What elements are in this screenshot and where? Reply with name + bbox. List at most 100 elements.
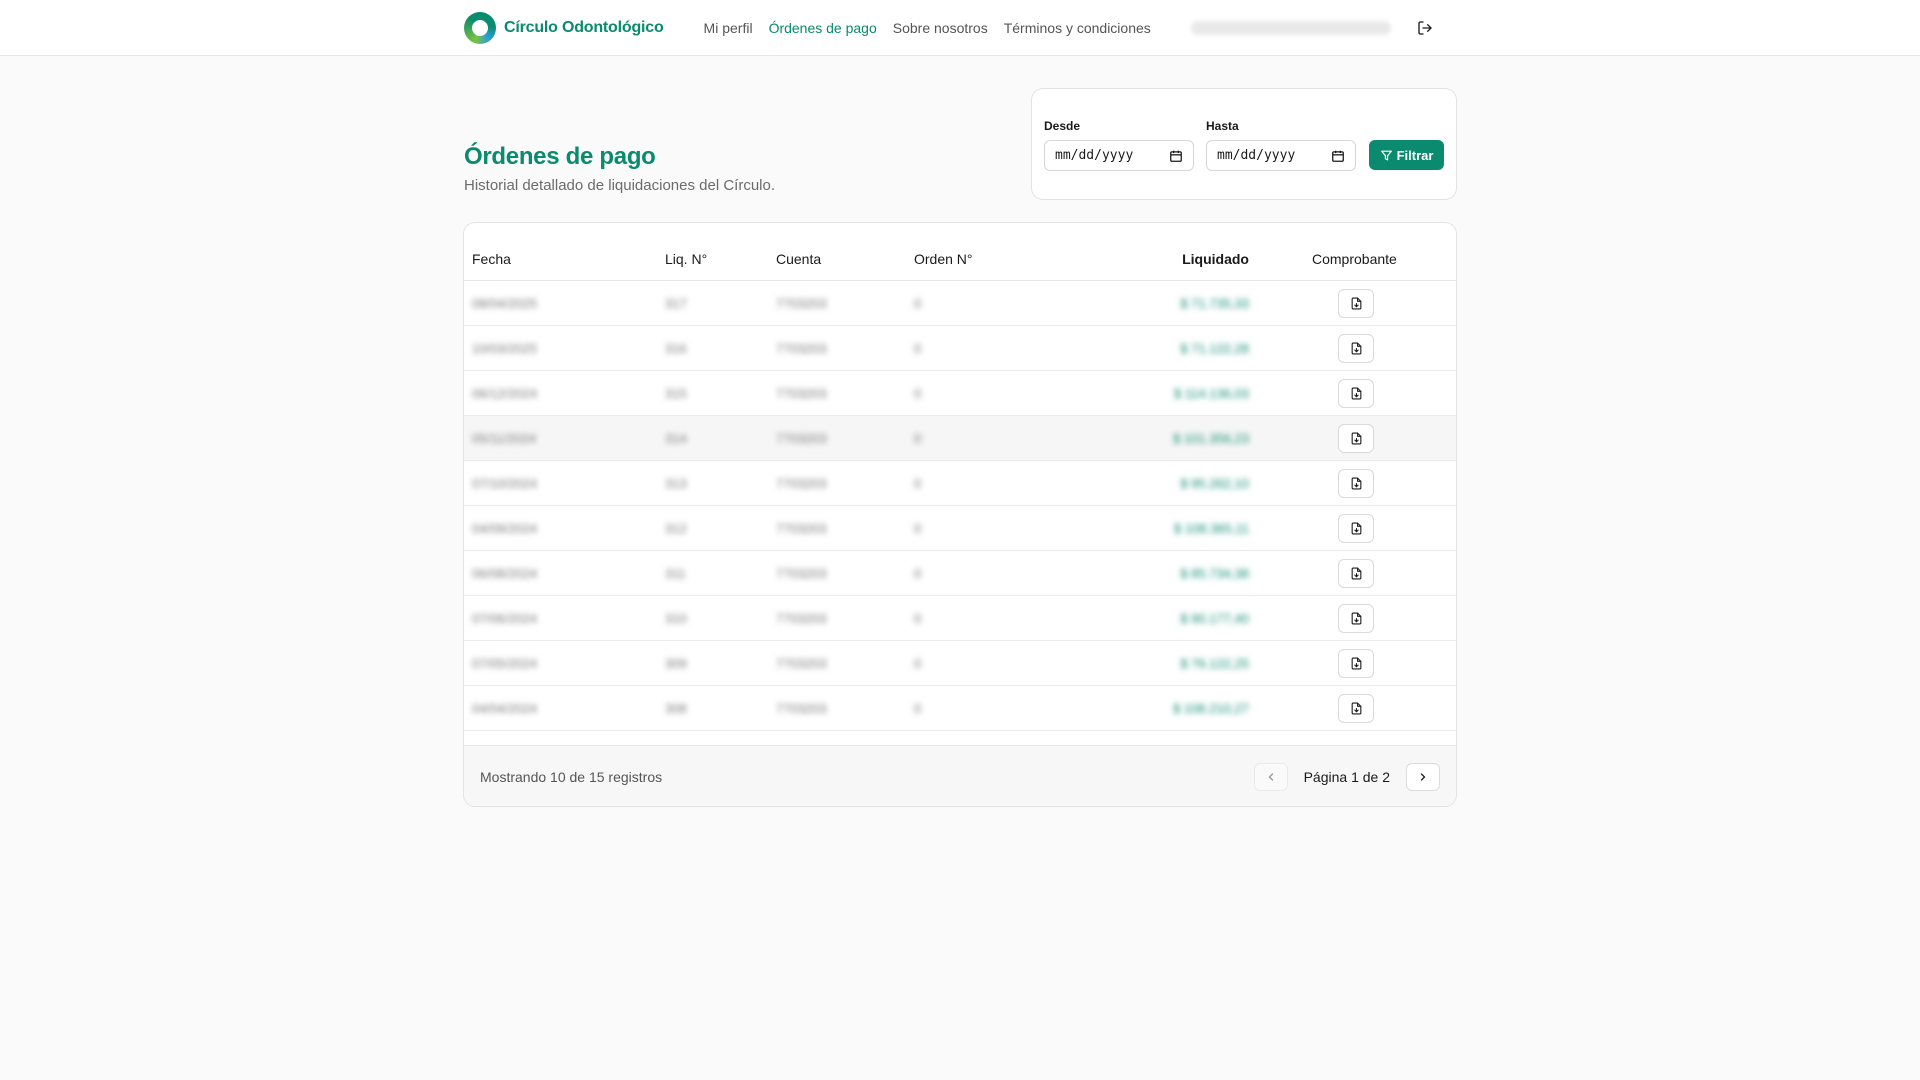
cell-liquidado: $ 101.356,23 [1173, 431, 1249, 446]
date-filter-card: Desde mm/dd/yyyy Hasta mm/dd/yyyy Filtra… [1031, 88, 1457, 200]
download-receipt-button[interactable] [1338, 469, 1374, 498]
cell-cuenta: 7703203 [776, 431, 827, 446]
cell-fecha: 07/06/2024 [472, 611, 538, 626]
cell-cuenta: 7703203 [776, 611, 827, 626]
brand-link[interactable]: Círculo Odontológico [464, 12, 664, 44]
file-document-icon [1351, 477, 1361, 490]
records-count: Mostrando 10 de 15 registros [480, 769, 663, 785]
cell-fecha: 08/04/2025 [472, 296, 538, 311]
top-navbar: Círculo Odontológico Mi perfil Órdenes d… [0, 0, 1920, 56]
page-indicator: Página 1 de 2 [1303, 769, 1390, 785]
cell-liq: 309 [665, 656, 687, 671]
download-receipt-button[interactable] [1338, 514, 1374, 543]
page-heading: Órdenes de pago Historial detallado de l… [464, 143, 775, 194]
page-title: Órdenes de pago [464, 143, 656, 170]
cell-cuenta: 7703203 [776, 341, 827, 356]
file-document-icon [1351, 342, 1361, 355]
next-page-button[interactable] [1406, 763, 1440, 791]
cell-cuenta: 7703203 [776, 521, 827, 536]
nav-ordenes-de-pago[interactable]: Órdenes de pago [769, 20, 877, 36]
table-row: 06/12/2024 315 7703203 0 $ 114.136,03 [464, 371, 1456, 416]
cell-orden: 0 [914, 521, 922, 536]
table-row: 07/10/2024 313 7703203 0 $ 95.262,10 [464, 461, 1456, 506]
file-document-icon [1351, 657, 1361, 670]
download-receipt-button[interactable] [1338, 604, 1374, 633]
col-fecha: Fecha [472, 251, 511, 267]
calendar-icon[interactable] [1331, 149, 1345, 163]
filter-button-label: Filtrar [1396, 147, 1434, 163]
circle-logo-icon [464, 12, 496, 44]
cell-fecha: 07/10/2024 [472, 476, 538, 491]
table-row: 07/05/2024 309 7703203 0 $ 76.122,25 [464, 641, 1456, 686]
file-document-icon [1351, 387, 1361, 400]
table-footer: Mostrando 10 de 15 registros Página 1 de… [464, 745, 1456, 806]
col-liq: Liq. N° [665, 251, 708, 267]
cell-fecha: 04/04/2024 [472, 701, 538, 716]
pagination: Página 1 de 2 [1253, 763, 1440, 791]
file-document-icon [1351, 612, 1361, 625]
cell-orden: 0 [914, 476, 922, 491]
user-name-redacted [1190, 21, 1391, 35]
cell-fecha: 07/05/2024 [472, 656, 538, 671]
nav-sobre-nosotros[interactable]: Sobre nosotros [893, 20, 988, 36]
logout-button[interactable] [1411, 14, 1439, 42]
cell-liquidado: $ 90.177,40 [1180, 611, 1249, 626]
cell-liquidado: $ 108.210,27 [1173, 701, 1249, 716]
cell-fecha: 06/08/2024 [472, 566, 538, 581]
nav-terminos-y-condiciones[interactable]: Términos y condiciones [1004, 20, 1151, 36]
download-receipt-button[interactable] [1338, 289, 1374, 318]
cell-liq: 316 [665, 341, 687, 356]
col-comprobante: Comprobante [1312, 251, 1397, 267]
cell-orden: 0 [914, 701, 922, 716]
cell-fecha: 06/12/2024 [472, 386, 538, 401]
to-date-field: Hasta mm/dd/yyyy [1206, 119, 1356, 171]
cell-cuenta: 7703203 [776, 296, 827, 311]
file-document-icon [1351, 432, 1361, 445]
table-row: 04/04/2024 308 7703203 0 $ 108.210,27 [464, 686, 1456, 731]
cell-liq: 315 [665, 386, 687, 401]
cell-liq: 308 [665, 701, 687, 716]
cell-liq: 310 [665, 611, 687, 626]
filter-button[interactable]: Filtrar [1369, 140, 1444, 170]
brand-name: Círculo Odontológico [504, 19, 664, 36]
cell-orden: 0 [914, 656, 922, 671]
cell-orden: 0 [914, 431, 922, 446]
table-row: 04/09/2024 312 7703203 0 $ 108.365,11 [464, 506, 1456, 551]
chevron-right-icon [1420, 773, 1426, 781]
cell-liq: 313 [665, 476, 687, 491]
table-row: 05/11/2024 314 7703203 0 $ 101.356,23 [464, 416, 1456, 461]
to-date-input[interactable]: mm/dd/yyyy [1206, 140, 1356, 171]
table-header: Fecha Liq. N° Cuenta Orden N° Liquidado … [464, 223, 1456, 281]
cell-fecha: 05/11/2024 [472, 431, 537, 446]
payment-orders-table: Fecha Liq. N° Cuenta Orden N° Liquidado … [463, 222, 1457, 807]
download-receipt-button[interactable] [1338, 559, 1374, 588]
cell-liq: 317 [665, 296, 687, 311]
cell-liquidado: $ 71.735,33 [1180, 296, 1249, 311]
download-receipt-button[interactable] [1338, 334, 1374, 363]
calendar-icon[interactable] [1169, 149, 1183, 163]
col-cuenta: Cuenta [776, 251, 822, 267]
download-receipt-button[interactable] [1338, 424, 1374, 453]
download-receipt-button[interactable] [1338, 694, 1374, 723]
prev-page-button[interactable] [1253, 763, 1288, 791]
from-date-input[interactable]: mm/dd/yyyy [1044, 140, 1194, 171]
from-date-value: mm/dd/yyyy [1055, 148, 1134, 163]
table-row: 07/06/2024 310 7703203 0 $ 90.177,40 [464, 596, 1456, 641]
main-nav: Mi perfil Órdenes de pago Sobre nosotros… [704, 20, 1151, 36]
funnel-icon [1380, 150, 1392, 160]
table-row: 06/08/2024 311 7703203 0 $ 85.734,38 [464, 551, 1456, 596]
table-row: 08/04/2025 317 7703203 0 $ 71.735,33 [464, 281, 1456, 326]
to-date-label: Hasta [1206, 119, 1239, 133]
cell-orden: 0 [914, 611, 922, 626]
navbar-container: Círculo Odontológico Mi perfil Órdenes d… [464, 0, 1456, 56]
download-receipt-button[interactable] [1338, 649, 1374, 678]
file-document-icon [1351, 567, 1361, 580]
nav-mi-perfil[interactable]: Mi perfil [704, 20, 753, 36]
cell-fecha: 10/03/2025 [472, 341, 538, 356]
col-liquidado: Liquidado [1182, 251, 1249, 267]
col-orden: Orden N° [914, 251, 973, 267]
cell-fecha: 04/09/2024 [472, 521, 538, 536]
from-date-label: Desde [1044, 119, 1081, 133]
download-receipt-button[interactable] [1338, 379, 1374, 408]
file-document-icon [1351, 702, 1361, 715]
